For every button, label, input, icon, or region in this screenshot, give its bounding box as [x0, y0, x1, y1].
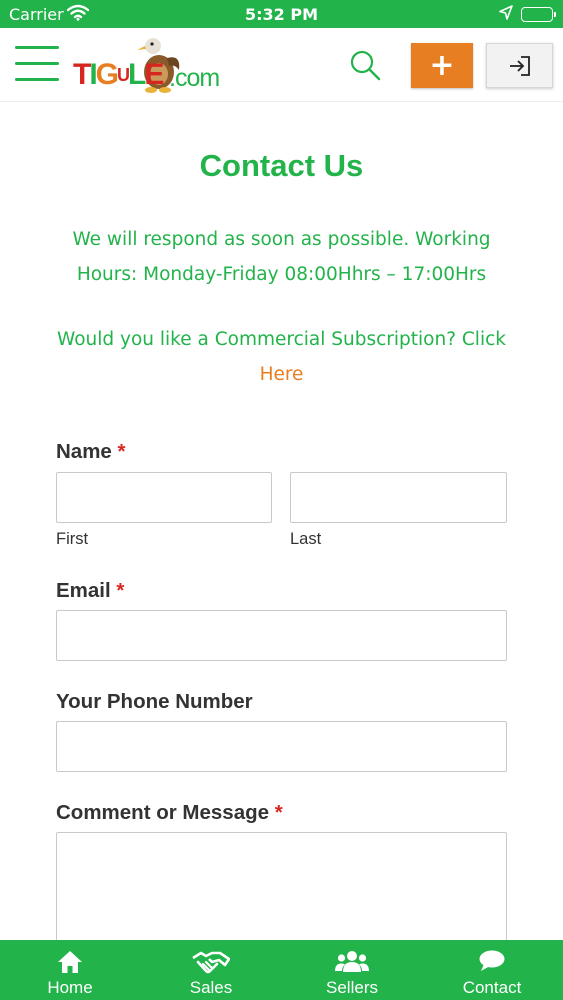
home-icon — [58, 951, 82, 973]
tab-home[interactable]: Home — [0, 940, 140, 1000]
response-info: We will respond as soon as possible. Wor… — [40, 222, 523, 292]
tab-sales[interactable]: Sales — [141, 940, 281, 1000]
name-label: Name * — [56, 440, 126, 463]
required-marker: * — [116, 579, 125, 602]
tab-sales-label: Sales — [189, 978, 233, 997]
last-name-input[interactable] — [290, 472, 507, 523]
search-icon — [350, 50, 381, 81]
tab-sellers-label: Sellers — [326, 978, 378, 997]
first-name-input[interactable] — [56, 472, 272, 523]
tab-home-label: Home — [47, 978, 93, 997]
battery-icon — [521, 7, 556, 22]
search-button[interactable] — [348, 48, 382, 82]
tab-sellers[interactable]: Sellers — [282, 940, 422, 1000]
logo-letter-t: T — [73, 58, 91, 91]
page-title: Contact Us — [199, 148, 364, 183]
location-arrow-icon — [499, 5, 513, 24]
logo-letter-e: E — [144, 58, 164, 91]
app-header: TIGULE .com + — [0, 28, 563, 102]
tigule-logo[interactable]: TIGULE .com — [73, 36, 238, 98]
logo-domain: .com — [169, 64, 220, 92]
users-icon — [335, 951, 369, 972]
bottom-tab-bar: Home Sales Sellers Contact — [0, 940, 563, 1000]
email-label: Email * — [56, 579, 125, 602]
tab-contact-label: Contact — [462, 978, 522, 997]
clock: 5:32 PM — [244, 5, 318, 24]
message-label: Comment or Message * — [56, 801, 283, 824]
working-hours-line: Hours: Monday-Friday 08:00Hhrs – 17:00Hr… — [76, 264, 487, 285]
phone-label: Your Phone Number — [56, 690, 253, 713]
response-info-line-1: We will respond as soon as possible. Wor… — [72, 229, 491, 250]
last-name-sublabel: Last — [290, 530, 322, 548]
add-listing-button[interactable]: + — [411, 43, 473, 88]
tab-contact[interactable]: Contact — [422, 940, 562, 1000]
subscription-here-link[interactable]: Here — [260, 364, 304, 385]
chat-bubble-icon — [479, 950, 505, 971]
logo-letter-g: G — [95, 58, 119, 91]
email-field[interactable] — [56, 610, 507, 661]
subscription-text: Would you like a Commercial Subscription… — [57, 329, 506, 350]
sign-in-icon — [510, 56, 530, 76]
first-name-sublabel: First — [56, 530, 89, 548]
sign-in-button[interactable] — [486, 43, 553, 88]
logo-letter-u: U — [117, 65, 130, 85]
subscription-prompt: Would you like a Commercial Subscription… — [40, 322, 523, 392]
required-marker: * — [274, 801, 283, 824]
logo-letter-l: L — [128, 58, 146, 91]
handshake-icon — [192, 951, 230, 974]
required-marker: * — [117, 440, 126, 463]
menu-hamburger-icon[interactable] — [15, 46, 59, 82]
status-bar: Carrier 5:32 PM — [0, 0, 563, 28]
phone-field[interactable] — [56, 721, 507, 772]
